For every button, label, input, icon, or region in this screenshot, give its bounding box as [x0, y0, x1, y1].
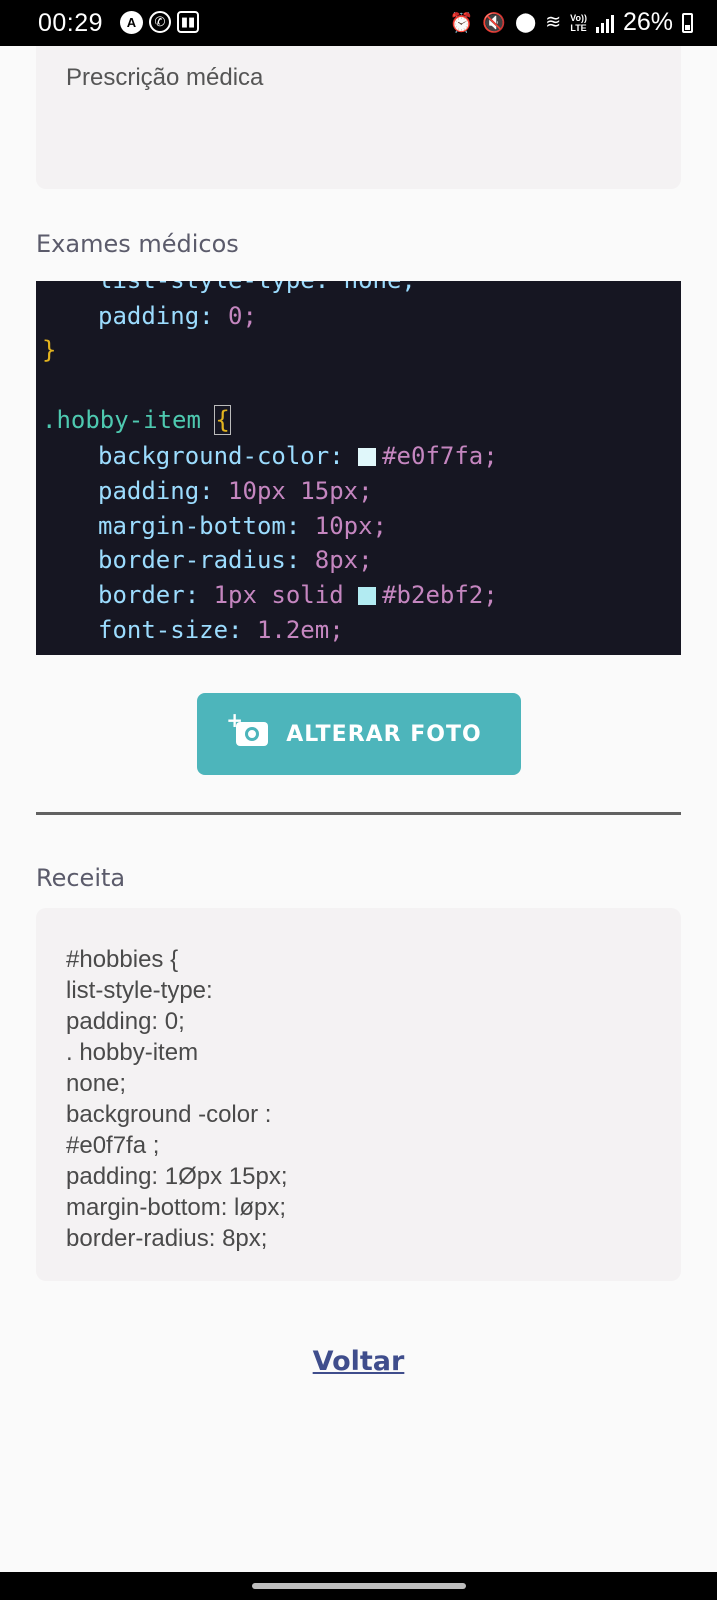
- battery-icon: [682, 12, 693, 33]
- divider: [36, 812, 681, 815]
- receita-label: Receita: [36, 864, 126, 892]
- code-line: padding: 0;: [98, 299, 257, 333]
- voltar-link[interactable]: Voltar: [0, 1346, 717, 1377]
- navigation-bar: [0, 1572, 717, 1600]
- code-prop: font-size:: [98, 616, 243, 644]
- system-icons: ⏰ 🔇 ⬤ ≋ Vo)) LTE 26%: [450, 8, 693, 37]
- code-val: 1.2em;: [256, 616, 344, 644]
- code-val: #b2ebf2;: [382, 581, 498, 609]
- code-prop: padding:: [98, 302, 214, 330]
- receita-line: border-radius: 8px;: [66, 1225, 268, 1252]
- receita-line: list-style-type:: [66, 977, 213, 1004]
- signal-icon: [595, 13, 614, 33]
- whatsapp-icon: ✆: [149, 11, 171, 33]
- code-prop: margin-bottom:: [98, 512, 301, 540]
- receita-line: #hobbies {: [66, 946, 179, 973]
- code-line: margin-bottom: 10px;: [98, 509, 387, 543]
- color-swatch: [358, 587, 377, 605]
- code-line: border: 1px solid #b2ebf2;: [98, 578, 498, 612]
- a-icon: A: [120, 11, 143, 34]
- twitch-icon: ▮▮: [177, 11, 199, 33]
- exames-label: Exames médicos: [36, 230, 239, 258]
- receita-line: padding: 0;: [66, 1008, 185, 1035]
- receita-line: . hobby-item: [66, 1039, 199, 1066]
- receita-line: margin-bottom: løpx;: [66, 1194, 287, 1221]
- code-brace: }: [42, 336, 57, 364]
- receita-line: background -color :: [66, 1101, 272, 1128]
- code-line: padding: 10px 15px;: [98, 474, 373, 508]
- add-photo-icon: +: [226, 708, 269, 746]
- wifi-icon: ≋: [545, 12, 562, 33]
- location-icon: ⬤: [514, 12, 537, 33]
- code-selector: .hobby-item: [42, 406, 201, 434]
- color-swatch: [358, 448, 377, 466]
- code-text: list-style-type: none;: [98, 281, 416, 294]
- battery-percent: 26%: [622, 8, 673, 36]
- alarm-icon: ⏰: [449, 12, 474, 34]
- code-line: list-style-type: none;: [98, 281, 416, 297]
- code-val: 10px;: [314, 512, 387, 540]
- prescricao-text: Prescrição médica: [66, 64, 264, 91]
- code-line: border-radius: 8px;: [98, 543, 373, 577]
- code-val: 1px solid: [213, 581, 344, 609]
- code-line: background-color: #e0f7fa;: [98, 439, 498, 473]
- receita-line: padding: 1Øpx 15px;: [66, 1163, 288, 1190]
- prescricao-field[interactable]: Prescrição médica: [36, 46, 681, 189]
- receita-line: none;: [66, 1070, 127, 1097]
- clock: 00:29: [38, 9, 104, 37]
- notification-icons: A ✆ ▮▮: [120, 11, 199, 34]
- code-line: }: [42, 333, 56, 367]
- home-handle[interactable]: [252, 1583, 466, 1589]
- receita-field[interactable]: #hobbies { list-style-type: padding: 0; …: [36, 908, 681, 1281]
- code-prop: padding:: [98, 477, 214, 505]
- receita-text: #hobbies { list-style-type: padding: 0; …: [66, 944, 288, 1254]
- code-prop: border-radius:: [98, 546, 301, 574]
- alterar-foto-button[interactable]: + ALTERAR FOTO: [197, 693, 521, 775]
- code-brace: {: [214, 405, 231, 435]
- code-line: font-size: 1.2em;: [98, 613, 344, 647]
- mute-icon: 🔇: [482, 12, 506, 34]
- status-bar: 00:29 A ✆ ▮▮ ⏰ 🔇 ⬤ ≋ Vo)) LTE 26%: [0, 0, 717, 46]
- code-val: 8px;: [314, 546, 373, 574]
- alterar-foto-label: ALTERAR FOTO: [286, 721, 482, 747]
- code-line: .hobby-item {: [42, 403, 231, 437]
- volte-icon: Vo)) LTE: [570, 12, 587, 33]
- code-prop: background-color:: [98, 442, 344, 470]
- code-val: 10px 15px;: [228, 477, 373, 505]
- receita-line: #e0f7fa ;: [66, 1132, 160, 1159]
- code-val: #e0f7fa;: [382, 442, 498, 470]
- code-prop: border:: [98, 581, 200, 609]
- code-val: 0;: [228, 302, 257, 330]
- exames-photo: list-style-type: none; padding: 0; } .ho…: [36, 281, 681, 655]
